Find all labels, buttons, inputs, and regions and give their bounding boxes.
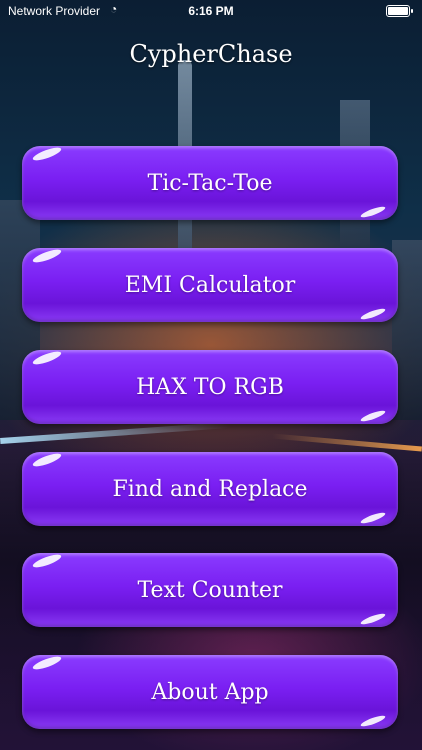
button-label: About App (151, 679, 269, 705)
button-label: Tic-Tac-Toe (147, 170, 273, 196)
button-label: Text Counter (137, 577, 283, 603)
about-app-button[interactable]: About App (22, 655, 398, 729)
tic-tac-toe-button[interactable]: Tic-Tac-Toe (22, 146, 398, 220)
button-label: Find and Replace (112, 476, 308, 502)
button-label: EMI Calculator (124, 272, 296, 298)
hax-to-rgb-button[interactable]: HAX TO RGB (22, 350, 398, 424)
status-time: 6:16 PM (188, 4, 234, 18)
find-and-replace-button[interactable]: Find and Replace (22, 452, 398, 526)
button-label: HAX TO RGB (136, 374, 284, 400)
battery-icon (386, 5, 413, 17)
emi-calculator-button[interactable]: EMI Calculator (22, 248, 398, 322)
status-bar: Network Provider ◔ 6:16 PM (0, 0, 422, 22)
text-counter-button[interactable]: Text Counter (22, 553, 398, 627)
app-title: CypherChase (129, 40, 293, 68)
